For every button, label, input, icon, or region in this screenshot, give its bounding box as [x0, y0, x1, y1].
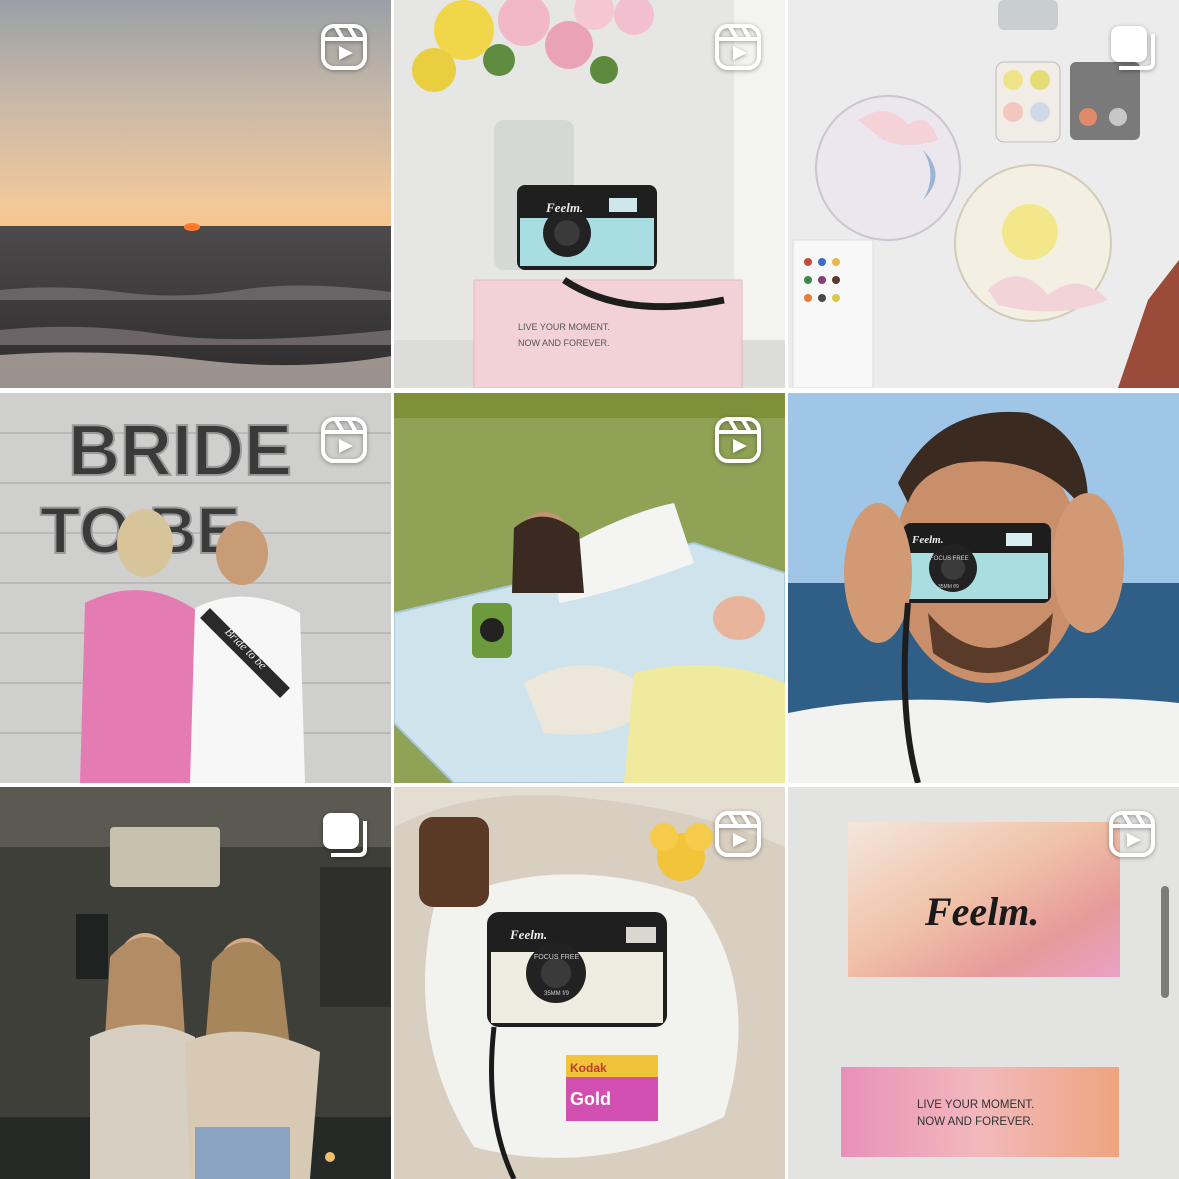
film-brand-text: Kodak	[570, 1061, 607, 1075]
carousel-icon	[319, 809, 369, 859]
reels-icon	[713, 415, 763, 465]
post-thumbnail-friends-night[interactable]	[0, 787, 391, 1179]
reels-icon	[713, 809, 763, 859]
carousel-icon	[1107, 22, 1157, 72]
reels-icon	[319, 415, 369, 465]
box-tagline-line2: NOW AND FOREVER.	[917, 1116, 1034, 1128]
post-thumbnail-camera-box[interactable]: Feelm. LIVE YOUR MOMENT. NOW AND FOREVER…	[394, 0, 785, 388]
camera-brand-text: Feelm.	[509, 927, 547, 942]
post-thumbnail-feelm-box[interactable]: Feelm. LIVE YOUR MOMENT. NOW AND FOREVER…	[788, 787, 1179, 1179]
balloon-text-line1: BRIDE	[68, 411, 292, 491]
camera-brand-text: Feelm.	[545, 200, 583, 215]
box-tagline-line1: LIVE YOUR MOMENT.	[518, 322, 610, 332]
box-tagline-line2: NOW AND FOREVER.	[518, 338, 610, 348]
post-thumbnail-coasters[interactable]	[788, 0, 1179, 388]
lens-text: FOCUS FREE	[930, 556, 969, 562]
lens-text: FOCUS FREE	[534, 954, 579, 961]
man-camera-photo: Feelm. FOCUS FREE 35MM f/9	[788, 393, 1179, 783]
box-brand-text: Feelm.	[924, 889, 1039, 934]
film-name-text: Gold	[570, 1089, 611, 1109]
post-thumbnail-camera-kodak[interactable]: Feelm. FOCUS FREE 35MM f/9 Kodak Gold	[394, 787, 785, 1179]
post-thumbnail-bride-to-be[interactable]: BRIDE TO BE Bride to be	[0, 393, 391, 783]
reels-icon	[319, 22, 369, 72]
lens-sub-text: 35MM f/9	[938, 584, 959, 590]
lens-sub-text: 35MM f/9	[544, 991, 570, 997]
post-thumbnail-man-camera[interactable]: Feelm. FOCUS FREE 35MM f/9	[788, 393, 1179, 783]
posts-grid: Feelm. LIVE YOUR MOMENT. NOW AND FOREVER…	[0, 0, 1179, 1179]
reels-icon	[713, 22, 763, 72]
camera-brand-text: Feelm.	[911, 534, 943, 546]
vertical-scrollbar[interactable]	[1161, 886, 1169, 998]
post-thumbnail-sunset[interactable]	[0, 0, 391, 388]
box-tagline-line1: LIVE YOUR MOMENT.	[917, 1099, 1034, 1111]
post-thumbnail-picnic[interactable]	[394, 393, 785, 783]
reels-icon	[1107, 809, 1157, 859]
